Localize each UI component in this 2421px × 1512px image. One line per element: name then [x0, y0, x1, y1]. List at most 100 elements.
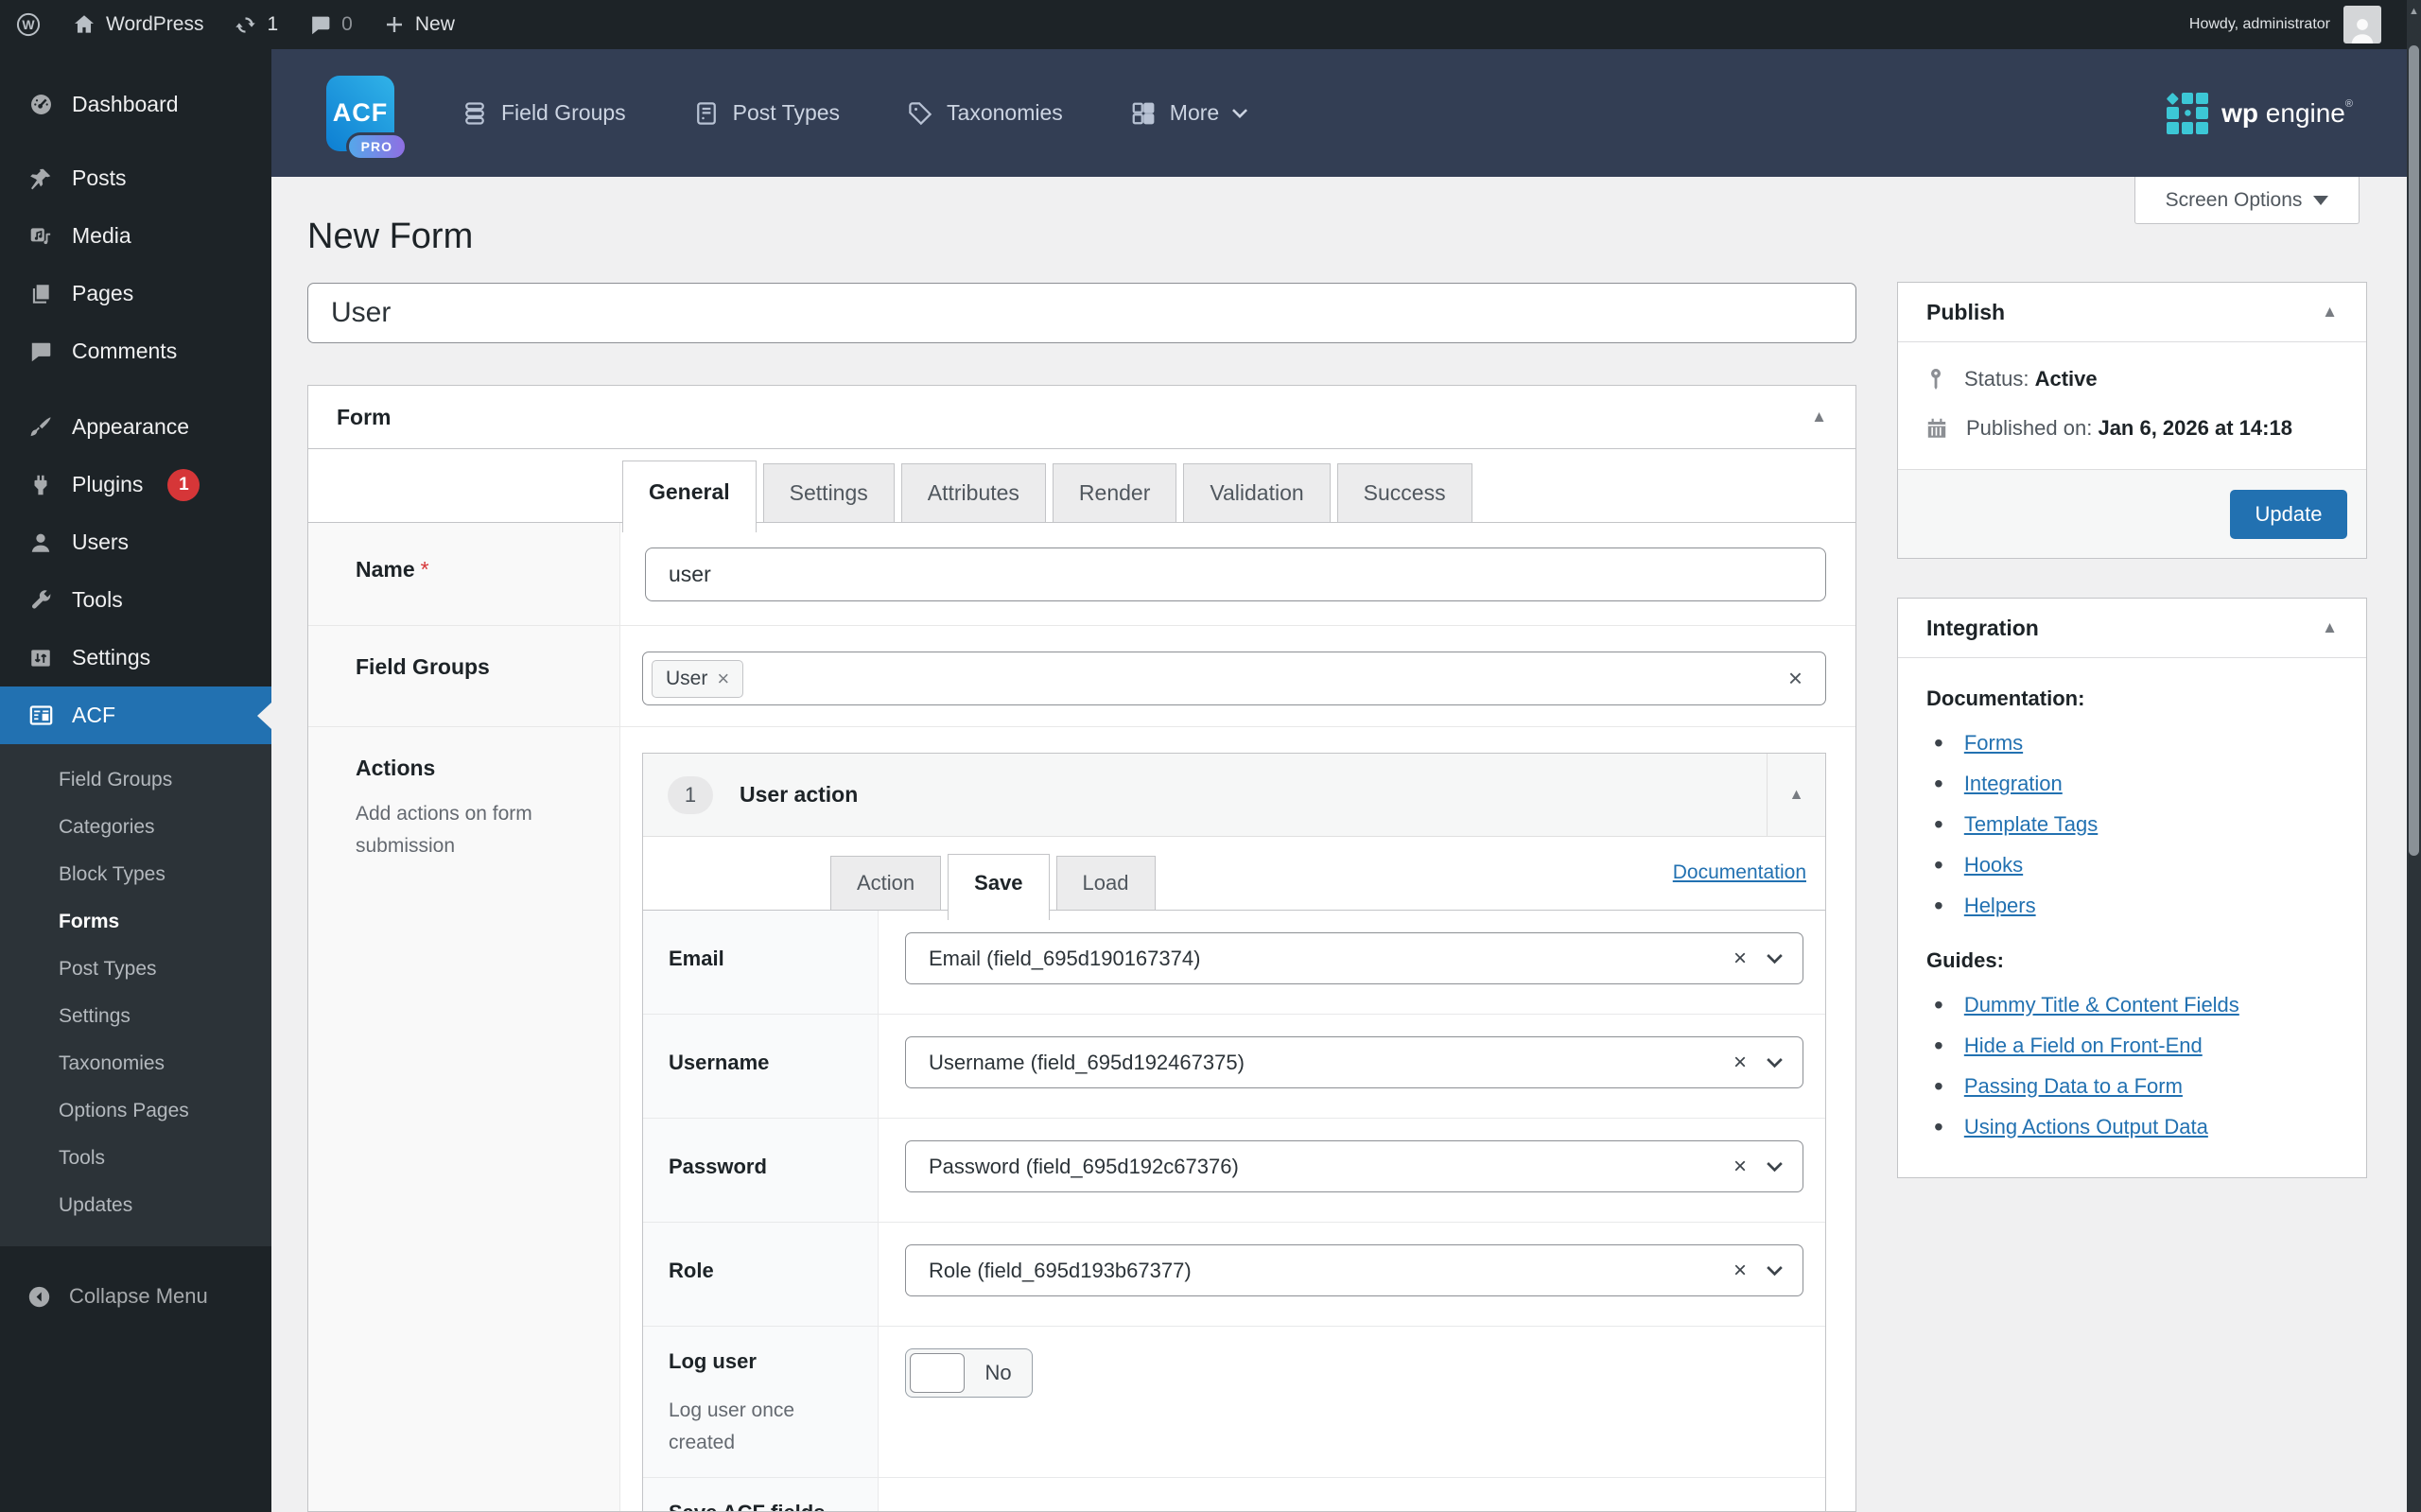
tab-settings[interactable]: Settings: [763, 463, 895, 523]
updates-menu[interactable]: 1: [218, 0, 293, 49]
site-menu[interactable]: WordPress: [57, 0, 218, 49]
howdy-text: Howdy, administrator: [2189, 16, 2330, 33]
name-input[interactable]: [645, 547, 1826, 601]
clear-icon[interactable]: ×: [1733, 1154, 1747, 1180]
acf-nav-more[interactable]: More: [1129, 99, 1248, 128]
collapse-panel-icon[interactable]: ▲: [2322, 618, 2338, 637]
documentation-link[interactable]: Documentation: [1673, 861, 1806, 884]
log-user-toggle[interactable]: No: [905, 1348, 1033, 1398]
submenu-item-taxonomies[interactable]: Taxonomies: [0, 1040, 271, 1087]
tab-action[interactable]: Action: [830, 856, 941, 911]
tab-render[interactable]: Render: [1053, 463, 1176, 523]
clear-icon[interactable]: ×: [1733, 946, 1747, 972]
submenu-item-options-pages[interactable]: Options Pages: [0, 1087, 271, 1135]
chevron-down-icon[interactable]: [1766, 1161, 1784, 1173]
log-user-row: Log user Log user once created No: [643, 1327, 1825, 1478]
new-menu[interactable]: New: [368, 0, 470, 49]
account-menu[interactable]: Howdy, administrator: [2189, 6, 2421, 43]
tab-validation[interactable]: Validation: [1183, 463, 1330, 523]
role-select[interactable]: Role (field_695d193b67377) ×: [905, 1244, 1803, 1296]
chevron-down-icon[interactable]: [1766, 1265, 1784, 1277]
list-item: Template Tags: [1934, 804, 2338, 844]
sidebar-item-tools[interactable]: Tools: [0, 571, 271, 629]
tab-success[interactable]: Success: [1337, 463, 1472, 523]
update-button[interactable]: Update: [2230, 490, 2347, 539]
form-panel-header: Form ▲: [308, 386, 1855, 449]
submenu-item-categories[interactable]: Categories: [0, 804, 271, 851]
wordpress-logo-menu[interactable]: W: [0, 0, 57, 49]
role-label: Role: [669, 1259, 714, 1282]
sidebar-item-posts[interactable]: Posts: [0, 149, 271, 207]
acf-nav-taxonomies[interactable]: Taxonomies: [906, 99, 1063, 128]
guide-link-hide-field[interactable]: Hide a Field on Front-End: [1964, 1034, 2203, 1058]
name-label-cell: Name*: [308, 523, 620, 625]
email-label-cell: Email: [643, 911, 879, 1014]
submenu-item-field-groups[interactable]: Field Groups: [0, 756, 271, 804]
remove-tag-icon[interactable]: ×: [717, 667, 729, 691]
site-name: WordPress: [106, 13, 203, 36]
form-title-input[interactable]: [307, 283, 1856, 343]
sidebar-item-pages[interactable]: Pages: [0, 265, 271, 322]
username-label: Username: [669, 1051, 769, 1074]
screen-options-label: Screen Options: [2166, 189, 2303, 212]
role-field-row: Role Role (field_695d193b67377) ×: [643, 1223, 1825, 1327]
submenu-item-post-types[interactable]: Post Types: [0, 946, 271, 993]
username-select[interactable]: Username (field_695d192467375) ×: [905, 1036, 1803, 1088]
clear-icon[interactable]: ×: [1733, 1258, 1747, 1284]
sidebar-item-dashboard[interactable]: Dashboard: [0, 76, 271, 133]
password-select[interactable]: Password (field_695d192c67376) ×: [905, 1140, 1803, 1192]
list-item: Hooks: [1934, 844, 2338, 885]
doc-link-hooks[interactable]: Hooks: [1964, 853, 2023, 878]
sidebar-item-settings[interactable]: Settings: [0, 629, 271, 686]
submenu-item-updates[interactable]: Updates: [0, 1182, 271, 1229]
email-select[interactable]: Email (field_695d190167374) ×: [905, 932, 1803, 984]
tab-load[interactable]: Load: [1056, 856, 1156, 911]
doc-link-template-tags[interactable]: Template Tags: [1964, 812, 2098, 837]
sidebar-item-plugins[interactable]: Plugins 1: [0, 456, 271, 513]
clear-icon[interactable]: ×: [1733, 1050, 1747, 1076]
doc-link-integration[interactable]: Integration: [1964, 772, 2063, 796]
guide-link-dummy-title[interactable]: Dummy Title & Content Fields: [1964, 993, 2239, 1017]
sidebar-item-media[interactable]: Media: [0, 207, 271, 265]
submenu-item-tools[interactable]: Tools: [0, 1135, 271, 1182]
list-item: Helpers: [1934, 885, 2338, 926]
sidebar-item-comments[interactable]: Comments: [0, 322, 271, 380]
guide-link-actions-output[interactable]: Using Actions Output Data: [1964, 1115, 2208, 1139]
calendar-icon: [1925, 416, 1949, 441]
acf-nav-post-types[interactable]: Post Types: [692, 99, 840, 128]
toggle-state-label: No: [965, 1361, 1032, 1385]
sidebar-item-users[interactable]: Users: [0, 513, 271, 571]
guide-link-passing-data[interactable]: Passing Data to a Form: [1964, 1074, 2183, 1099]
username-select-value: Username (field_695d192467375): [929, 1051, 1245, 1075]
submenu-item-settings[interactable]: Settings: [0, 993, 271, 1040]
comments-menu[interactable]: 0: [293, 0, 368, 49]
tab-attributes[interactable]: Attributes: [901, 463, 1046, 523]
clear-select-icon[interactable]: ×: [1788, 664, 1803, 693]
tab-save[interactable]: Save: [948, 854, 1049, 920]
email-select-value: Email (field_695d190167374): [929, 947, 1200, 971]
screen-options-button[interactable]: Screen Options: [2134, 177, 2360, 224]
acf-nav-field-groups[interactable]: Field Groups: [461, 99, 626, 128]
page-scrollbar[interactable]: ▲: [2407, 0, 2421, 1512]
chevron-down-icon[interactable]: [1766, 1057, 1784, 1069]
scrollbar-up-arrow[interactable]: ▲: [2407, 6, 2421, 17]
list-item: Dummy Title & Content Fields: [1934, 984, 2338, 1025]
acf-pro-logo[interactable]: ACF PRO: [326, 76, 394, 151]
wpengine-wp: wp: [2221, 98, 2258, 128]
user-action-header[interactable]: 1 User action ▲: [643, 754, 1825, 837]
sidebar-item-appearance[interactable]: Appearance: [0, 398, 271, 456]
collapse-panel-icon[interactable]: ▲: [2322, 303, 2338, 322]
collapse-panel-icon[interactable]: ▲: [1811, 408, 1827, 426]
scrollbar-thumb[interactable]: [2409, 45, 2419, 856]
field-groups-select[interactable]: User × ×: [642, 652, 1826, 705]
collapse-action-icon[interactable]: ▲: [1767, 754, 1825, 837]
submenu-item-forms[interactable]: Forms: [0, 898, 271, 946]
username-field-cell: Username (field_695d192467375) ×: [879, 1015, 1825, 1118]
submenu-item-block-types[interactable]: Block Types: [0, 851, 271, 898]
tab-general[interactable]: General: [622, 461, 757, 532]
chevron-down-icon[interactable]: [1766, 953, 1784, 965]
doc-link-forms[interactable]: Forms: [1964, 731, 2023, 756]
sidebar-item-acf[interactable]: ACF: [0, 686, 271, 744]
doc-link-helpers[interactable]: Helpers: [1964, 894, 2036, 918]
collapse-menu-button[interactable]: Collapse Menu: [0, 1273, 271, 1320]
